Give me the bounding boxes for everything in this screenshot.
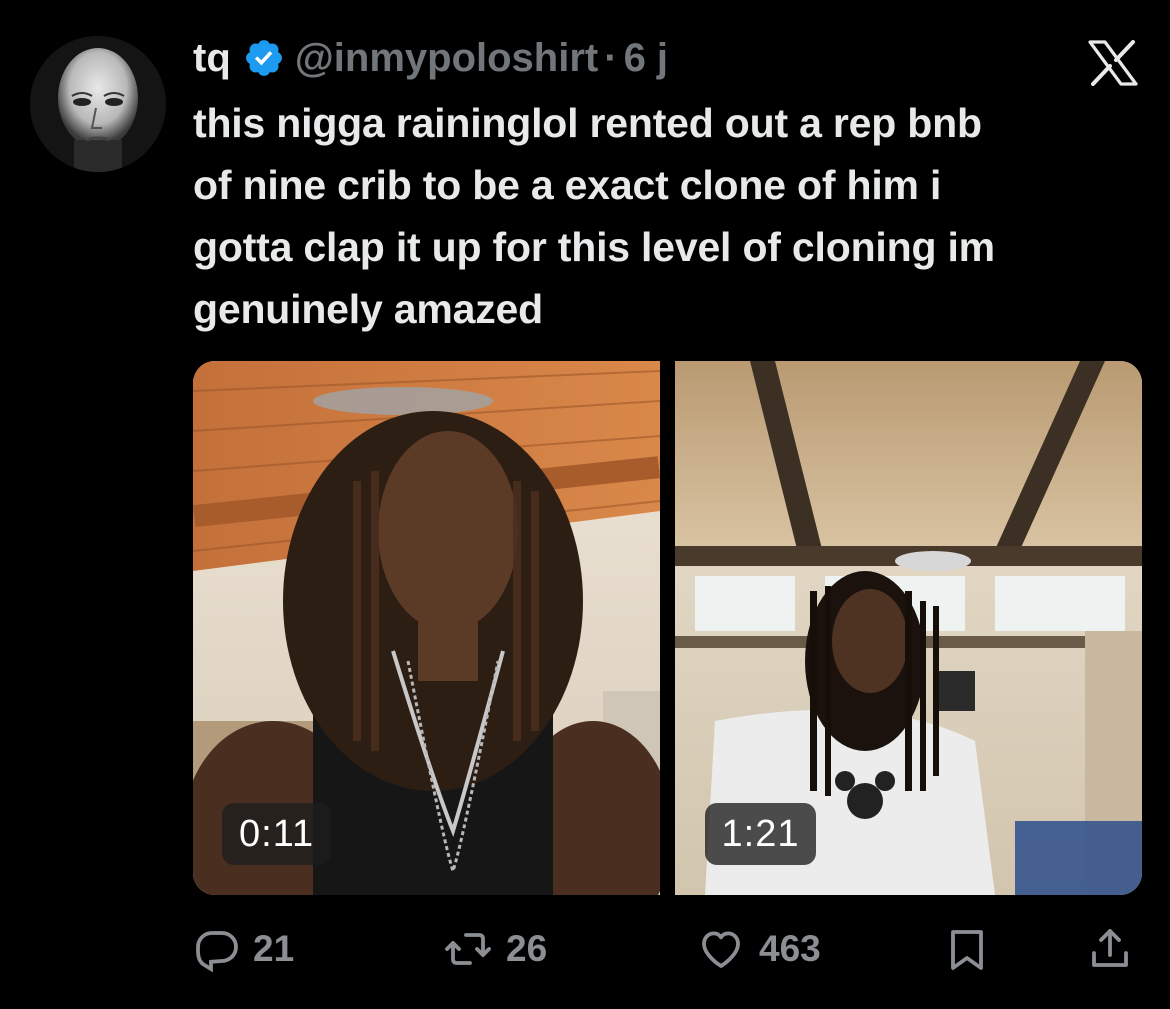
separator-dot: ·	[604, 35, 618, 80]
repost-count: 26	[506, 928, 548, 969]
like-icon	[702, 931, 740, 968]
tweet-text: this nigga raininglol rented out a rep b…	[193, 100, 995, 332]
verified-badge-icon[interactable]	[243, 37, 285, 79]
like-button[interactable]: 463	[695, 920, 821, 978]
display-name[interactable]: tq	[193, 36, 231, 81]
x-logo-icon	[1088, 40, 1138, 86]
video-thumbnail[interactable]: 0:11	[193, 361, 661, 895]
video-duration-badge: 1:21	[704, 803, 817, 865]
video-duration-badge: 0:11	[222, 803, 332, 865]
like-count: 463	[759, 928, 821, 969]
reply-icon	[196, 931, 238, 973]
avatar[interactable]	[30, 36, 166, 172]
repost-button[interactable]: 26	[442, 920, 547, 978]
tweet-header: tq @inmypoloshirt · 6 j	[193, 30, 668, 86]
repost-icon	[445, 933, 491, 965]
media-grid: 0:11 1:21	[193, 361, 1142, 895]
video-thumbnail[interactable]: 1:21	[674, 361, 1142, 895]
bookmark-icon	[951, 930, 983, 970]
handle[interactable]: @inmypoloshirt	[295, 36, 598, 81]
share-button[interactable]	[1086, 920, 1134, 978]
share-icon	[1092, 929, 1128, 967]
reply-count: 21	[253, 928, 295, 969]
timestamp[interactable]: 6 j	[624, 36, 668, 81]
tweet: tq @inmypoloshirt · 6 j this nigga raini…	[0, 0, 1170, 1009]
avatar-portrait-icon	[30, 36, 166, 172]
action-bar: 21 26 463	[193, 920, 1153, 980]
reply-button[interactable]: 21	[193, 920, 294, 978]
bookmark-button[interactable]	[943, 920, 991, 978]
